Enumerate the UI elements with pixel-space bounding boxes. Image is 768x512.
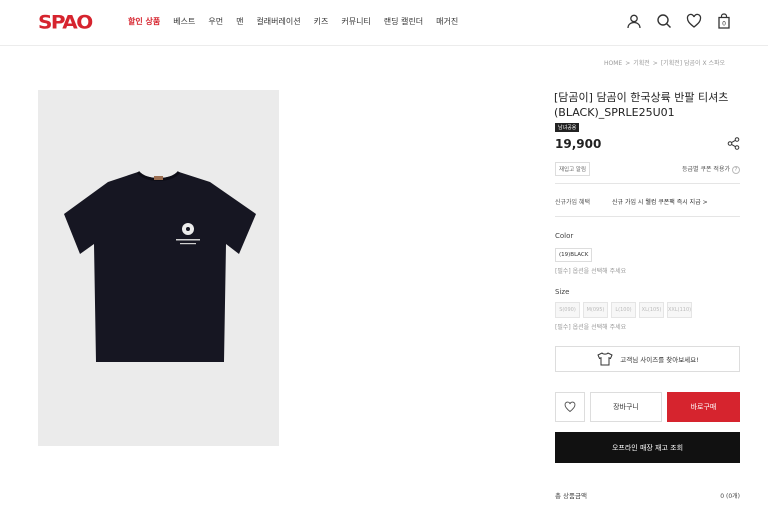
breadcrumb: HOME > 기획전 > [기획전] 담곰이 X 스파오 (604, 60, 726, 67)
nav-women[interactable]: 우먼 (208, 16, 223, 27)
coupon-price-info: 등급별 쿠폰 적용가? (682, 164, 740, 174)
user-icon[interactable] (626, 13, 642, 29)
restock-alert-button[interactable]: 재입고 알림 (555, 162, 591, 176)
wishlist-button[interactable] (555, 392, 585, 422)
add-to-cart-button[interactable]: 장바구니 (590, 392, 662, 422)
divider (555, 183, 740, 184)
size-option-l[interactable]: L(100) (611, 302, 636, 318)
size-option-xl[interactable]: XL(105) (639, 302, 664, 318)
size-options: S(090) M(095) L(100) XL(105) XXL(110) (555, 302, 692, 318)
nav-community[interactable]: 커뮤니티 (341, 16, 370, 27)
product-price: 19,900 (555, 137, 602, 151)
spao-logo[interactable]: SPAO (38, 11, 93, 34)
tshirt-icon (597, 352, 613, 366)
header-icons: 0 (626, 13, 732, 29)
total-price-value: 0 (0개) (720, 493, 740, 500)
size-finder-text: 고객님 사이즈를 찾아보세요! (620, 356, 699, 364)
nav-men[interactable]: 맨 (236, 16, 243, 27)
cart-icon[interactable]: 0 (716, 13, 732, 29)
size-hint: [필수] 옵션을 선택해 주세요 (555, 324, 627, 331)
buy-now-button[interactable]: 바로구매 (667, 392, 740, 422)
offline-stock-button[interactable]: 오프라인 매장 재고 조회 (555, 432, 740, 463)
breadcrumb-exhibition[interactable]: 기획전 (633, 60, 650, 67)
product-title: [담곰이] 담곰이 한국상륙 반팔 티셔츠 (BLACK)_SPRLE25U01 (554, 91, 729, 119)
unisex-badge: 남녀공용 (555, 123, 580, 132)
search-icon[interactable] (656, 13, 672, 29)
nav-landing-calendar[interactable]: 랜딩 캘린더 (384, 16, 423, 27)
coupon-text: 등급별 쿠폰 적용가 (682, 166, 730, 173)
color-option-black[interactable]: (19)BLACK (555, 248, 593, 262)
size-label: Size (555, 288, 570, 296)
member-benefit-label: 신규가입 혜택 (555, 199, 591, 206)
product-image[interactable] (38, 90, 279, 446)
nav-kids[interactable]: 키즈 (314, 16, 329, 27)
divider (555, 216, 740, 217)
member-benefit-link[interactable]: 신규 가입 시 웰컴 쿠폰팩 즉시 지급 > (612, 197, 708, 206)
breadcrumb-current[interactable]: [기획전] 담곰이 X 스파오 (661, 60, 725, 67)
main-nav: 할인 상품 베스트 우먼 맨 컬래버레이션 키즈 커뮤니티 랜딩 캘린더 매거진 (128, 16, 458, 27)
nav-collaboration[interactable]: 컬래버레이션 (256, 16, 300, 27)
heart-icon[interactable] (686, 13, 702, 29)
breadcrumb-home[interactable]: HOME (604, 60, 622, 67)
color-hint: [필수] 옵션을 선택해 주세요 (555, 268, 627, 275)
share-icon[interactable] (727, 137, 740, 150)
size-option-s[interactable]: S(090) (555, 302, 580, 318)
cart-count: 0 (722, 21, 726, 28)
size-finder-button[interactable]: 고객님 사이즈를 찾아보세요! (555, 346, 740, 372)
total-price-label: 총 상품금액 (555, 492, 587, 500)
size-option-m[interactable]: M(095) (583, 302, 608, 318)
nav-magazine[interactable]: 매거진 (436, 16, 458, 27)
size-option-xxl[interactable]: XXL(110) (667, 302, 692, 318)
nav-sale[interactable]: 할인 상품 (128, 16, 160, 27)
help-icon[interactable]: ? (732, 166, 740, 174)
nav-best[interactable]: 베스트 (173, 16, 195, 27)
tshirt-image (64, 170, 256, 362)
heart-icon (564, 401, 576, 413)
color-label: Color (555, 232, 574, 240)
site-header: SPAO 할인 상품 베스트 우먼 맨 컬래버레이션 키즈 커뮤니티 랜딩 캘린… (0, 0, 768, 46)
